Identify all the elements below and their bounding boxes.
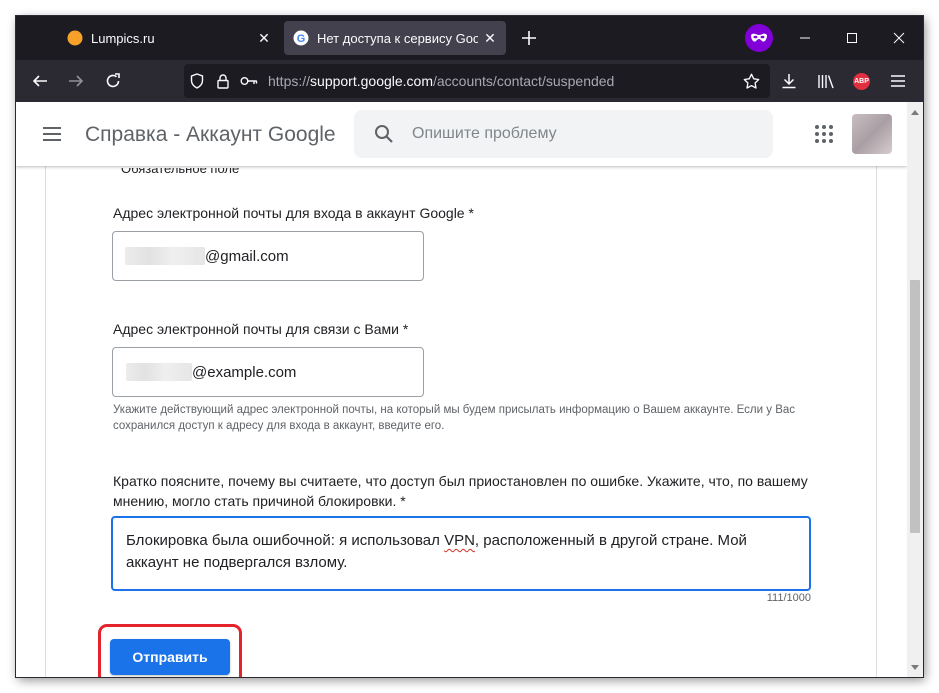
lock-icon[interactable]	[210, 64, 236, 98]
forward-arrow-icon	[69, 75, 84, 87]
reload-icon	[106, 73, 120, 88]
search-input[interactable]	[412, 125, 752, 143]
library-icon	[818, 75, 834, 89]
page-scrollbar[interactable]	[907, 102, 923, 677]
key-icon[interactable]	[236, 64, 262, 98]
login-email-label: Адрес электронной почты для входа в акка…	[113, 205, 474, 221]
google-apps-icon[interactable]	[812, 122, 836, 146]
explanation-label: Кратко поясните, почему вы считаете, что…	[113, 473, 808, 509]
minimize-icon	[800, 37, 810, 39]
explanation-textarea[interactable]: Блокировка была ошибочной: я использовал…	[111, 516, 811, 591]
scroll-up-icon[interactable]	[907, 104, 923, 120]
plus-icon	[522, 31, 536, 45]
star-icon	[743, 73, 759, 89]
new-tab-button[interactable]	[516, 25, 542, 51]
contact-email-label: Адрес электронной почты для связи с Вами…	[113, 321, 409, 337]
redacted-username	[125, 247, 205, 265]
tab-title: Нет доступа к сервису Google	[317, 30, 478, 46]
close-tab-icon[interactable]: ✕	[478, 26, 502, 50]
close-icon	[893, 32, 905, 44]
scroll-thumb[interactable]	[910, 280, 920, 533]
bookmark-star-button[interactable]	[735, 65, 767, 97]
character-counter: 111/1000	[766, 592, 811, 604]
url-text[interactable]: https://support.google.com/accounts/cont…	[268, 73, 614, 89]
maximize-icon	[847, 33, 857, 43]
tab-title: Lumpics.ru	[91, 30, 155, 46]
svg-text:G: G	[297, 33, 306, 45]
account-avatar[interactable]	[852, 114, 892, 154]
back-arrow-icon	[32, 75, 47, 87]
address-bar[interactable]: https://support.google.com/accounts/cont…	[184, 64, 770, 98]
url-path: /accounts/contact/suspended	[433, 73, 615, 89]
forward-button[interactable]	[60, 65, 92, 97]
back-button[interactable]	[24, 65, 56, 97]
downloads-button[interactable]	[773, 65, 805, 97]
submit-button[interactable]: Отправить	[110, 639, 230, 675]
tab-lumpics[interactable]: Lumpics.ru ✕	[58, 21, 280, 55]
main-menu-icon[interactable]	[40, 122, 64, 146]
contact-email-domain: @example.com	[192, 363, 297, 381]
login-email-domain: @gmail.com	[205, 247, 289, 265]
minimize-button[interactable]	[782, 16, 828, 60]
misspelled-word[interactable]: VPN	[444, 532, 475, 549]
hamburger-menu-icon	[891, 75, 905, 87]
adblock-plus-icon[interactable]: ABP	[853, 73, 870, 90]
contact-email-hint: Укажите действующий адрес электронной по…	[113, 404, 796, 432]
private-browsing-icon[interactable]	[745, 24, 773, 52]
search-icon[interactable]	[372, 122, 396, 146]
browser-window: Lumpics.ru ✕ G Нет доступа к сервису Goo…	[16, 16, 923, 677]
help-search-box[interactable]	[354, 110, 773, 158]
shield-icon[interactable]	[184, 64, 210, 98]
url-scheme: https://	[268, 73, 311, 89]
contact-email-field[interactable]: @example.com	[112, 347, 424, 397]
url-host: support.google.com	[310, 73, 433, 89]
redacted-username	[126, 363, 192, 381]
download-icon	[782, 74, 796, 89]
tab-strip: Lumpics.ru ✕ G Нет доступа к сервису Goo…	[16, 16, 923, 60]
navigation-toolbar: https://support.google.com/accounts/cont…	[16, 60, 923, 102]
tab-google-suspended[interactable]: G Нет доступа к сервису Google ✕	[284, 21, 506, 55]
close-tab-icon[interactable]: ✕	[252, 26, 276, 50]
close-window-button[interactable]	[876, 16, 922, 60]
google-g-icon: G	[293, 30, 309, 46]
page-content: Справка - Аккаунт Google Обязательное по…	[16, 102, 907, 677]
orange-circle-icon	[67, 30, 83, 46]
required-field-note: Обязательное поле	[121, 168, 240, 176]
menu-button[interactable]	[882, 65, 914, 97]
scroll-down-icon[interactable]	[907, 659, 923, 675]
reload-button[interactable]	[97, 65, 129, 97]
library-button[interactable]	[810, 65, 842, 97]
help-header: Справка - Аккаунт Google	[16, 102, 907, 166]
help-center-title[interactable]: Справка - Аккаунт Google	[85, 123, 336, 147]
login-email-field[interactable]: @gmail.com	[112, 231, 424, 281]
maximize-button[interactable]	[829, 16, 875, 60]
